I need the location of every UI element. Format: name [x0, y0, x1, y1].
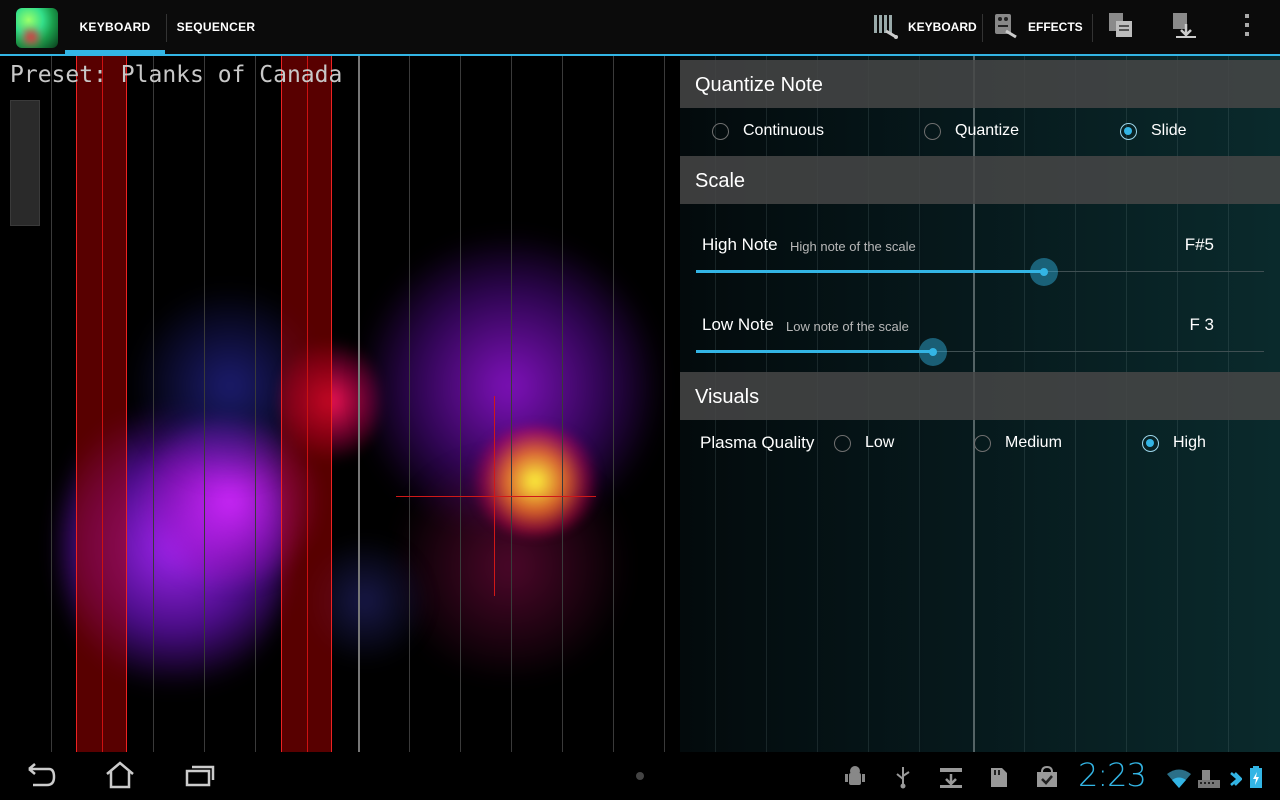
quantize-note-header: Quantize Note [680, 60, 1280, 108]
plasma-keyboard-canvas[interactable]: Preset: Planks of Canada [0, 56, 680, 752]
touch-crosshair-horizontal [396, 496, 596, 497]
download-icon[interactable] [938, 764, 964, 790]
usb-icon[interactable] [890, 764, 916, 790]
plasma-blob [470, 426, 600, 536]
high-note-summary: High note of the scale [790, 239, 916, 254]
pitch-scroll-handle[interactable] [10, 100, 40, 226]
scale-header: Scale [680, 156, 1280, 204]
radio-button-icon [834, 434, 851, 452]
back-button[interactable] [18, 760, 62, 794]
effects-settings-icon [992, 11, 1020, 43]
recent-apps-button[interactable] [178, 760, 222, 794]
overflow-menu-icon [1240, 11, 1254, 43]
back-icon [23, 761, 57, 793]
load-preset-button[interactable] [1170, 0, 1198, 54]
wifi-icon[interactable] [1166, 766, 1192, 792]
save-preset-button[interactable] [1106, 0, 1134, 54]
action-bar: KEYBOARD SEQUENCER KEYBOARD EFFECTS [0, 0, 1280, 56]
key-divider [153, 56, 154, 752]
high-note-title: High Note [702, 235, 778, 254]
keyboard-icon[interactable] [1196, 766, 1222, 792]
high-note-slider[interactable] [696, 258, 1264, 286]
key-divider [409, 56, 410, 752]
battery-icon[interactable] [1246, 764, 1266, 790]
home-icon [104, 760, 136, 794]
save-preset-icon [1106, 10, 1134, 44]
low-note-title: Low Note [702, 315, 774, 334]
key-divider [613, 56, 614, 752]
key-divider [204, 56, 205, 752]
plasma-quality-label: Plasma Quality [700, 433, 815, 452]
tab-sequencer[interactable]: SEQUENCER [168, 0, 264, 54]
lights-out-dot[interactable] [636, 772, 644, 780]
plasma-quality-option-high[interactable]: High [1142, 434, 1206, 452]
keyboard-settings-icon [872, 11, 900, 43]
low-note-slider-thumb[interactable] [919, 338, 947, 366]
radio-label: Continuous [743, 122, 824, 139]
settings-panel: Quantize Note Continuous Quantize Slide … [680, 56, 1280, 752]
quantize-option-quantize[interactable]: Quantize [924, 122, 1019, 140]
sd-card-icon[interactable] [986, 764, 1012, 790]
plasma-quality-option-low[interactable]: Low [834, 434, 894, 452]
keyboard-settings-button[interactable]: KEYBOARD [872, 0, 977, 54]
action-divider [982, 14, 983, 42]
preset-label: Preset: Planks of Canada [10, 62, 343, 88]
radio-label: High [1173, 434, 1206, 451]
key-divider [255, 56, 256, 752]
low-note-slider[interactable] [696, 338, 1264, 366]
radio-label: Slide [1151, 122, 1187, 139]
recent-apps-icon [184, 762, 216, 792]
low-note-summary: Low note of the scale [786, 319, 909, 334]
tab-divider [166, 14, 167, 42]
slider-fill [696, 270, 1044, 273]
key-divider [102, 56, 103, 752]
key-divider [460, 56, 461, 752]
plasma-quality-option-medium[interactable]: Medium [974, 434, 1062, 452]
radio-label: Low [865, 434, 895, 451]
radio-button-icon [974, 434, 991, 452]
home-button[interactable] [98, 760, 142, 794]
high-note-value: F#5 [1184, 235, 1214, 254]
action-divider [1092, 14, 1093, 42]
system-bar: 2:23 [0, 752, 1280, 800]
radio-button-selected-icon [1120, 122, 1137, 140]
effects-settings-button[interactable]: EFFECTS [992, 0, 1083, 54]
quantize-option-slide[interactable]: Slide [1120, 122, 1187, 140]
tab-keyboard[interactable]: KEYBOARD [65, 0, 165, 54]
market-icon[interactable] [1034, 764, 1060, 790]
effects-settings-label: EFFECTS [1028, 20, 1083, 34]
radio-label: Quantize [955, 122, 1020, 139]
key-divider [51, 56, 52, 752]
high-note-slider-thumb[interactable] [1030, 258, 1058, 286]
radio-button-icon [924, 122, 941, 140]
android-debug-icon[interactable] [842, 764, 868, 790]
octave-divider [358, 56, 360, 752]
radio-button-icon [712, 122, 729, 140]
app-logo[interactable] [16, 8, 58, 48]
radio-button-selected-icon [1142, 434, 1159, 452]
key-divider [562, 56, 563, 752]
visuals-header: Visuals [680, 372, 1280, 420]
slider-fill [696, 350, 933, 353]
bluetooth-icon[interactable] [1226, 766, 1244, 792]
low-note-value: F 3 [1189, 315, 1214, 334]
touch-crosshair-vertical [494, 396, 495, 596]
key-divider [664, 56, 665, 752]
load-preset-icon [1170, 10, 1198, 44]
quantize-option-continuous[interactable]: Continuous [712, 122, 824, 140]
key-divider [307, 56, 308, 752]
overflow-menu-button[interactable] [1240, 0, 1254, 54]
status-clock[interactable]: 2:23 [1078, 756, 1147, 794]
radio-label: Medium [1005, 434, 1062, 451]
key-divider [511, 56, 512, 752]
keyboard-settings-label: KEYBOARD [908, 20, 977, 34]
